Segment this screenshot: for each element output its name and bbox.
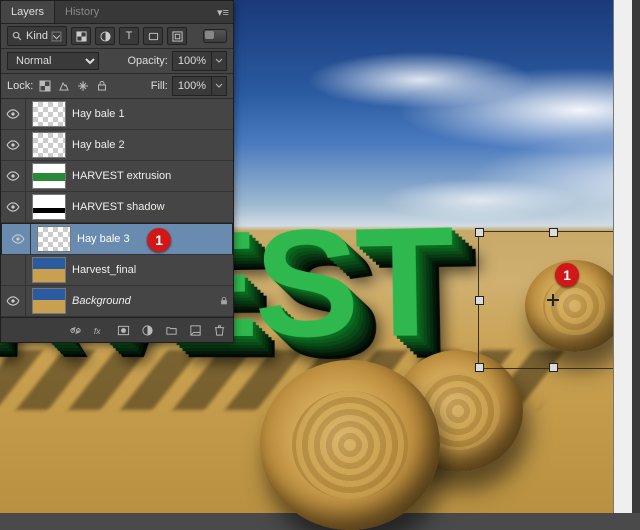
visibility-toggle[interactable] [1,99,26,129]
visibility-toggle[interactable] [1,161,26,191]
layer-lock-badge [215,296,233,306]
fill-field[interactable]: 100% [172,76,227,96]
layer-name[interactable]: HARVEST extrusion [72,170,215,182]
annotation-marker-canvas: 1 [555,263,579,287]
fill-dropdown-icon[interactable] [211,77,226,95]
layer-thumbnail[interactable] [32,194,66,220]
panel-menu-icon[interactable]: ▾≡ [213,6,233,19]
adjustment-icon[interactable] [139,322,155,338]
layer-name[interactable]: Hay bale 3 [77,233,210,245]
visibility-toggle[interactable] [6,224,31,254]
fill-value: 100% [173,80,211,92]
lock-transparent-icon[interactable] [37,78,53,94]
layer-mask-icon[interactable] [115,322,131,338]
annotation-marker-panel: 1 [147,228,171,252]
layer-name[interactable]: Hay bale 2 [72,139,215,151]
hay-bale-near [260,360,440,530]
blend-mode-select[interactable]: Normal [7,52,99,70]
layer-name[interactable]: Background [72,295,215,307]
visibility-toggle[interactable] [1,130,26,160]
vertical-ruler[interactable] [613,0,632,513]
filter-kind-select[interactable]: Kind [7,26,67,46]
layer-row[interactable]: Background [1,286,233,317]
layer-name[interactable]: Hay bale 1 [72,108,215,120]
opacity-label: Opacity: [128,55,168,67]
opacity-dropdown-icon[interactable] [211,52,226,70]
new-layer-icon[interactable] [187,322,203,338]
search-icon [12,31,23,42]
visibility-toggle[interactable] [1,192,26,222]
layer-row[interactable]: HARVEST extrusion [1,161,233,192]
layer-name[interactable]: HARVEST shadow [72,201,215,213]
pasteboard [632,0,640,513]
opacity-field[interactable]: 100% [172,51,227,71]
filter-row: Kind T [1,24,233,49]
transform-bounding-box[interactable] [478,231,628,369]
layer-fx-icon[interactable]: fx [91,322,107,338]
layer-thumbnail[interactable] [37,226,71,252]
layer-name[interactable]: Harvest_final [72,264,215,276]
transform-center[interactable] [547,294,559,306]
blend-row: Normal Opacity: 100% [1,49,233,73]
opacity-value: 100% [173,55,211,67]
svg-text:fx: fx [93,326,100,336]
transform-handle-bm[interactable] [549,363,558,372]
layer-thumbnail[interactable] [32,288,66,314]
filter-smart-icon[interactable] [167,27,187,45]
layer-thumbnail[interactable] [32,163,66,189]
filter-toggle[interactable] [203,29,227,43]
tab-layers[interactable]: Layers [1,1,55,23]
lock-all-icon[interactable] [94,78,110,94]
filter-shape-icon[interactable] [143,27,163,45]
lock-row: Lock: Fill: 100% [1,73,233,99]
panel-bottom-bar: fx [1,317,233,342]
transform-handle-tm[interactable] [549,228,558,237]
transform-handle-bl[interactable] [475,363,484,372]
layers-panel[interactable]: Layers History ▾≡ Kind T Normal Opacity:… [0,0,234,343]
panel-tabs: Layers History ▾≡ [1,1,233,24]
layer-row[interactable]: Hay bale 3 [1,223,233,255]
filter-type-icon[interactable]: T [119,27,139,45]
transform-handle-ml[interactable] [475,296,484,305]
filter-pixel-icon[interactable] [71,27,91,45]
lock-pixels-icon[interactable] [56,78,72,94]
lock-position-icon[interactable] [75,78,91,94]
transform-handle-tl[interactable] [475,228,484,237]
layer-row[interactable]: Hay bale 2 [1,130,233,161]
link-layers-icon[interactable] [67,322,83,338]
trash-icon[interactable] [211,322,227,338]
fill-label: Fill: [151,80,168,92]
visibility-toggle[interactable] [1,286,26,316]
layer-row[interactable]: HARVEST shadow [1,192,233,223]
layer-row[interactable]: Harvest_final [1,255,233,286]
visibility-toggle[interactable] [1,255,26,285]
tab-history[interactable]: History [55,1,109,23]
layer-thumbnail[interactable] [32,132,66,158]
group-icon[interactable] [163,322,179,338]
layer-thumbnail[interactable] [32,101,66,127]
layer-row[interactable]: Hay bale 1 [1,99,233,130]
layer-list[interactable]: Hay bale 1 Hay bale 2 HARVEST extrusion HAR… [1,99,233,317]
lock-label: Lock: [7,80,33,92]
filter-adjust-icon[interactable] [95,27,115,45]
layer-thumbnail[interactable] [32,257,66,283]
filter-kind-label: Kind [26,30,48,42]
chevron-down-icon [51,31,62,42]
